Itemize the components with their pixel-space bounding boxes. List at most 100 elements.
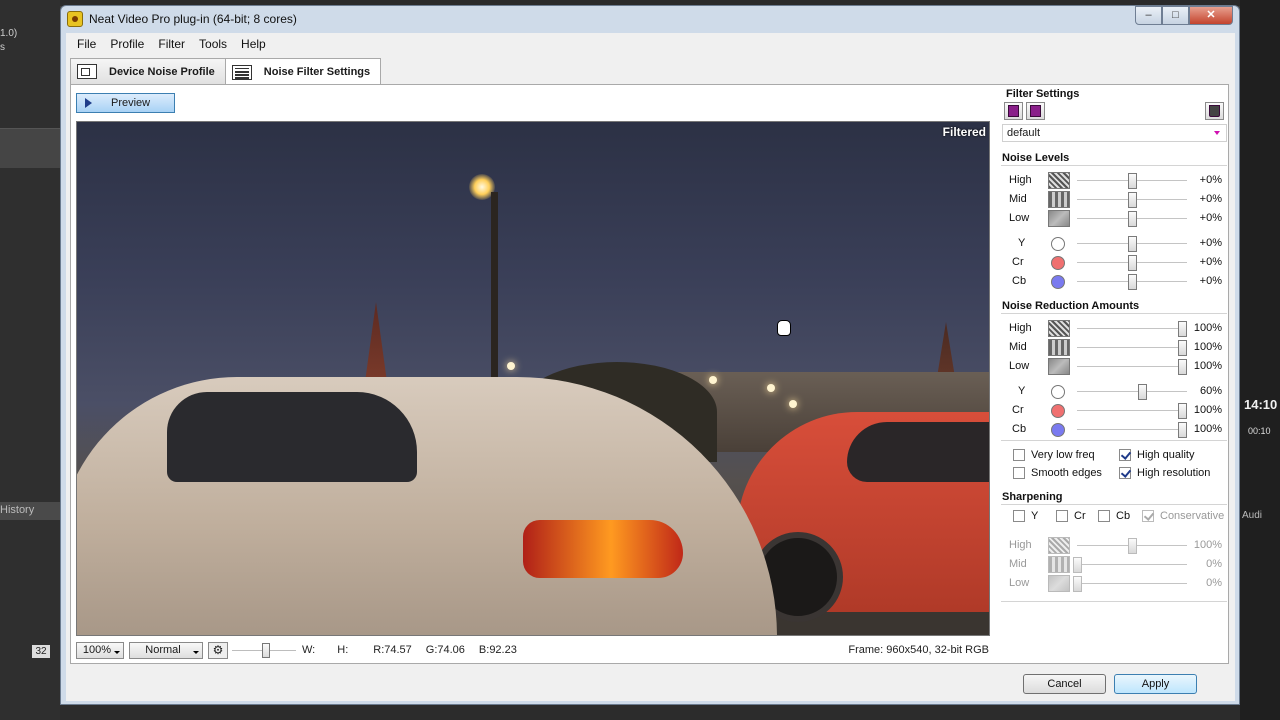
maximize-button[interactable]: □ (1162, 6, 1189, 25)
noise-levels-row-mid: Mid +0% (1001, 190, 1227, 209)
floppy-icon (1030, 105, 1041, 117)
apply-button[interactable]: Apply (1114, 674, 1197, 694)
noise-reduction-row-low: Low 100% (1001, 357, 1227, 376)
row-value: +0% (1199, 237, 1222, 249)
slider-track[interactable] (1077, 410, 1187, 412)
host-audio-tab[interactable]: Audi (1242, 510, 1262, 521)
slider-track[interactable] (1077, 347, 1187, 349)
frame-info: Frame: 960x540, 32-bit RGB (848, 644, 989, 656)
slider-thumb[interactable] (1073, 557, 1082, 573)
checkbox-box[interactable] (1119, 449, 1131, 461)
slider-thumb[interactable] (1178, 403, 1187, 419)
slider-thumb[interactable] (1128, 173, 1137, 189)
save-as-preset-icon[interactable] (1026, 102, 1045, 120)
preview-status-bar: 100% Normal ⚙ W: H: R:74.57 G:74.06 B:92… (76, 639, 990, 661)
menu-filter[interactable]: Filter (151, 33, 192, 53)
noise-reduction-row-mid: Mid 100% (1001, 338, 1227, 357)
slider-thumb[interactable] (1128, 211, 1137, 227)
slider-track[interactable] (1077, 391, 1187, 393)
slider-thumb[interactable] (1127, 538, 1137, 554)
tab-noise-filter-settings[interactable]: Noise Filter Settings (224, 58, 382, 85)
slider-thumb[interactable] (1178, 340, 1187, 356)
noise-levels-row-cr: Cr +0% (1001, 253, 1227, 272)
filtered-overlay-label: Filtered (942, 125, 986, 139)
checkbox-label: Cb (1116, 510, 1131, 522)
slider-track[interactable] (1077, 328, 1187, 330)
conservative-checkbox[interactable]: Conservative (1142, 510, 1224, 522)
slider-thumb[interactable] (1128, 274, 1137, 290)
checkbox-box[interactable] (1013, 510, 1025, 522)
divider (1001, 601, 1227, 602)
menu-file[interactable]: File (70, 33, 103, 53)
menu-profile[interactable]: Profile (103, 33, 151, 53)
preview-button[interactable]: Preview (76, 93, 175, 113)
slider-thumb[interactable] (1178, 321, 1187, 337)
slider-thumb[interactable] (262, 642, 270, 658)
neat-video-app-icon (67, 11, 83, 27)
host-app-bottombar (60, 705, 1240, 720)
row-value: 0% (1206, 558, 1222, 570)
row-label: Cb (1012, 423, 1027, 435)
tab-device-noise-profile[interactable]: Device Noise Profile (70, 58, 226, 84)
menu-tools[interactable]: Tools (192, 33, 234, 53)
row-label: Cr (1012, 404, 1024, 416)
slider-thumb[interactable] (1128, 192, 1137, 208)
host-text-2: s (0, 42, 5, 53)
play-icon (85, 98, 92, 108)
width-label: W: (302, 644, 316, 656)
video-preview[interactable]: Filtered (76, 121, 990, 636)
slider-track[interactable] (1077, 564, 1187, 566)
checkbox-box[interactable] (1013, 467, 1025, 479)
settings-gear-icon[interactable]: ⚙ (208, 641, 228, 659)
menu-help[interactable]: Help (234, 33, 273, 53)
row-value: +0% (1199, 193, 1222, 205)
high-resolution-checkbox[interactable]: High resolution (1119, 467, 1210, 479)
preview-slider[interactable] (232, 642, 296, 659)
checkbox-box[interactable] (1056, 510, 1068, 522)
preset-select[interactable]: default (1002, 124, 1227, 142)
title-bar[interactable]: Neat Video Pro plug-in (64-bit; 8 cores)… (61, 6, 1239, 32)
checkbox-box[interactable] (1098, 510, 1110, 522)
noise-low-freq-icon (1048, 575, 1070, 592)
checkbox-box[interactable] (1142, 510, 1154, 522)
sharpening-row-high: High 100% (1001, 536, 1227, 555)
very-low-freq-checkbox[interactable]: Very low freq (1013, 449, 1095, 461)
checkbox-box[interactable] (1119, 467, 1131, 479)
row-value: 100% (1193, 341, 1222, 353)
slider-thumb[interactable] (1128, 255, 1137, 271)
noise-high-freq-icon (1048, 172, 1070, 189)
row-label: Mid (1009, 558, 1027, 570)
host-panel-bar (0, 128, 60, 168)
host-timecode: 14:10 (1244, 397, 1278, 412)
red-value: R:74.57 (373, 644, 412, 656)
host-history-tab[interactable]: History (0, 502, 60, 520)
window-controls: – □ ✕ (1135, 6, 1233, 25)
save-preset-icon[interactable] (1004, 102, 1023, 120)
high-quality-checkbox[interactable]: High quality (1119, 449, 1194, 461)
sharpening-title: Sharpening (1002, 491, 1063, 503)
zoom-select[interactable]: 100% (76, 641, 124, 659)
sharpen-y-checkbox[interactable]: Y (1013, 510, 1038, 522)
close-button[interactable]: ✕ (1189, 6, 1233, 25)
height-label: H: (337, 644, 349, 656)
city-light (709, 376, 717, 384)
delete-preset-icon[interactable] (1205, 102, 1224, 120)
slider-thumb[interactable] (1178, 422, 1187, 438)
minimize-button[interactable]: – (1135, 6, 1162, 25)
smooth-edges-checkbox[interactable]: Smooth edges (1013, 467, 1102, 479)
slider-thumb[interactable] (1137, 384, 1147, 400)
slider-track[interactable] (1077, 429, 1187, 431)
checkbox-box[interactable] (1013, 449, 1025, 461)
sharpen-cb-checkbox[interactable]: Cb (1098, 510, 1130, 522)
slider-track[interactable] (1077, 583, 1187, 585)
cancel-button[interactable]: Cancel (1023, 674, 1106, 694)
view-mode-select[interactable]: Normal (129, 641, 203, 659)
slider-thumb[interactable] (1178, 359, 1187, 375)
sharpen-cr-checkbox[interactable]: Cr (1056, 510, 1086, 522)
row-label: High (1009, 322, 1032, 334)
slider-thumb[interactable] (1128, 236, 1137, 252)
slider-thumb[interactable] (1073, 576, 1082, 592)
channel-cr-icon (1051, 404, 1065, 418)
slider-track[interactable] (1077, 366, 1187, 368)
noise-levels-row-y: Y +0% (1001, 234, 1227, 253)
